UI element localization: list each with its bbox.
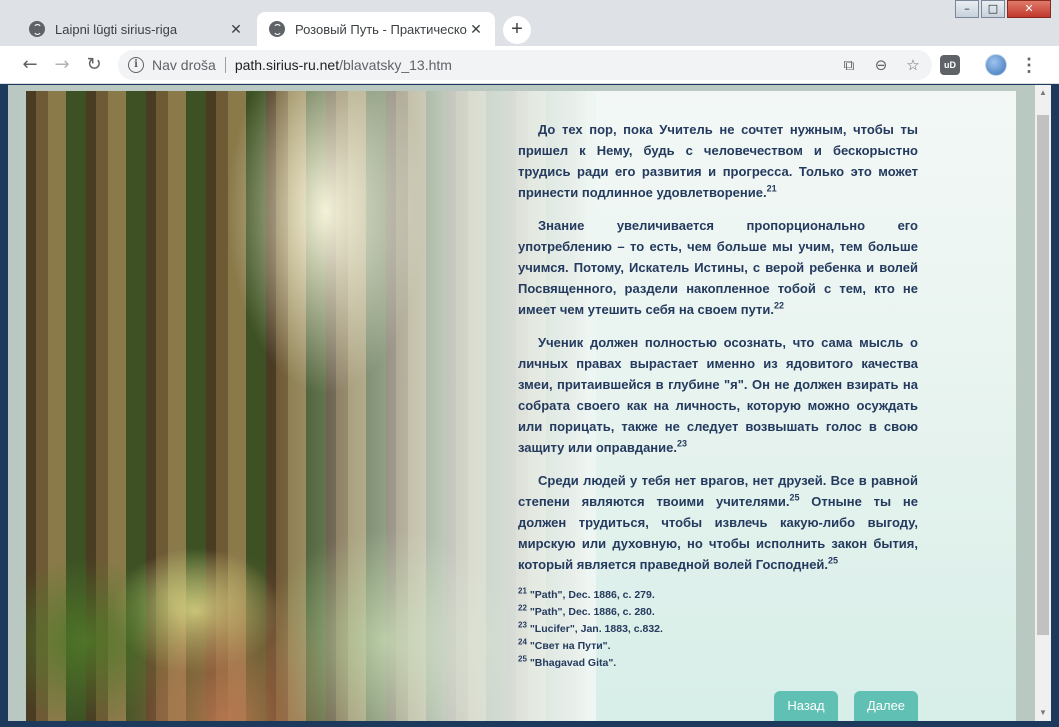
- close-tab-icon[interactable]: ✕: [227, 20, 245, 38]
- profile-avatar[interactable]: [985, 54, 1007, 76]
- maximize-button[interactable]: □: [981, 0, 1005, 18]
- tab-rozovyi-put[interactable]: Розовый Путь - Практическое с ✕: [257, 12, 495, 46]
- reload-icon[interactable]: ↻: [81, 52, 107, 78]
- translate-icon[interactable]: ⧉: [838, 54, 860, 76]
- scroll-up-arrow-icon[interactable]: ▲: [1035, 85, 1051, 101]
- ublock-extension-icon[interactable]: uD: [940, 55, 960, 75]
- close-tab-icon[interactable]: ✕: [467, 20, 485, 38]
- browser-toolbar: ← → ↻ i Nav droša path.sirius-ru.net/bla…: [0, 46, 1059, 84]
- tab-title: Laipni lūgti sirius-riga: [55, 21, 178, 37]
- footnote: 24 "Свет на Пути".: [518, 638, 918, 655]
- footnote-ref[interactable]: 22: [774, 301, 784, 311]
- page-viewport: До тех пор, пока Учитель не сочтет нужны…: [8, 85, 1035, 721]
- footnote-number: 25: [518, 654, 527, 664]
- tab-bar: Laipni lūgti sirius-riga ✕ Розовый Путь …: [0, 0, 1059, 46]
- zoom-out-icon[interactable]: ⊖: [870, 54, 892, 76]
- footnote-number: 22: [518, 603, 527, 613]
- browser-window: Laipni lūgti sirius-riga ✕ Розовый Путь …: [0, 0, 1059, 727]
- article-text: До тех пор, пока Учитель не сочтет нужны…: [518, 119, 918, 672]
- footnote-number: 23: [518, 620, 527, 630]
- footnote-number: 21: [518, 586, 527, 596]
- footnote: 23 "Lucifer", Jan. 1883, c.832.: [518, 621, 918, 638]
- new-tab-button[interactable]: +: [503, 16, 531, 44]
- address-bar[interactable]: i Nav droša path.sirius-ru.net/blavatsky…: [118, 50, 932, 80]
- footnote: 21 "Path", Dec. 1886, c. 279.: [518, 587, 918, 604]
- scroll-thumb[interactable]: [1037, 115, 1049, 635]
- footnote-ref[interactable]: 21: [767, 184, 777, 194]
- tab-title: Розовый Путь - Практическое с: [295, 21, 467, 37]
- globe-icon: [29, 21, 45, 37]
- paragraph: Знание увеличивается пропорционально его…: [518, 215, 918, 320]
- footnote-ref[interactable]: 23: [677, 439, 687, 449]
- paragraph-text: До тех пор, пока Учитель не сочтет нужны…: [518, 122, 918, 200]
- url-path: /blavatsky_13.htm: [339, 57, 452, 73]
- footnotes: 21 "Path", Dec. 1886, c. 279. 22 "Path",…: [518, 587, 918, 672]
- bookmark-star-icon[interactable]: ☆: [902, 54, 924, 76]
- omnibox-actions: ⧉ ⊖ ☆: [828, 54, 924, 76]
- minimize-button[interactable]: –: [955, 0, 979, 18]
- paragraph: Ученик должен полностью осознать, что са…: [518, 332, 918, 458]
- paragraph-text: Ученик должен полностью осознать, что са…: [518, 335, 918, 455]
- next-button[interactable]: Далее: [854, 691, 918, 721]
- content-frame: До тех пор, пока Учитель не сочтет нужны…: [26, 91, 1016, 721]
- footnote: 22 "Path", Dec. 1886, c. 280.: [518, 604, 918, 621]
- footnote-text: "Lucifer", Jan. 1883, c.832.: [529, 623, 663, 635]
- tab-laipni[interactable]: Laipni lūgti sirius-riga ✕: [17, 12, 255, 46]
- footnote-ref[interactable]: 25: [828, 556, 838, 566]
- forward-arrow-icon[interactable]: →: [49, 52, 75, 78]
- globe-icon: [269, 21, 285, 37]
- back-arrow-icon[interactable]: ←: [17, 52, 43, 78]
- footnote-ref[interactable]: 25: [789, 493, 799, 503]
- vertical-scrollbar[interactable]: ▲ ▼: [1035, 85, 1051, 721]
- close-window-button[interactable]: ✕: [1007, 0, 1051, 18]
- menu-dots-icon[interactable]: ⋮: [1018, 53, 1040, 77]
- url-host: path.sirius-ru.net: [234, 57, 340, 73]
- info-icon[interactable]: i: [128, 57, 144, 73]
- back-button[interactable]: Назад: [774, 691, 838, 721]
- footnote-text: "Path", Dec. 1886, c. 280.: [529, 606, 655, 618]
- footnote-text: "Path", Dec. 1886, c. 279.: [529, 589, 655, 601]
- scroll-down-arrow-icon[interactable]: ▼: [1035, 705, 1051, 721]
- divider: [224, 57, 226, 73]
- footnote-text: "Свет на Пути".: [529, 640, 611, 652]
- paragraph: Среди людей у тебя нет врагов, нет друзе…: [518, 470, 918, 575]
- paragraph: До тех пор, пока Учитель не сочтет нужны…: [518, 119, 918, 203]
- security-label[interactable]: Nav droša: [152, 57, 216, 73]
- paragraph-text: Знание увеличивается пропорционально его…: [518, 218, 918, 317]
- footnote-text: "Bhagavad Gita".: [529, 657, 617, 669]
- footnote: 25 "Bhagavad Gita".: [518, 655, 918, 672]
- window-controls: – □ ✕: [953, 0, 1051, 18]
- footnote-number: 24: [518, 637, 527, 647]
